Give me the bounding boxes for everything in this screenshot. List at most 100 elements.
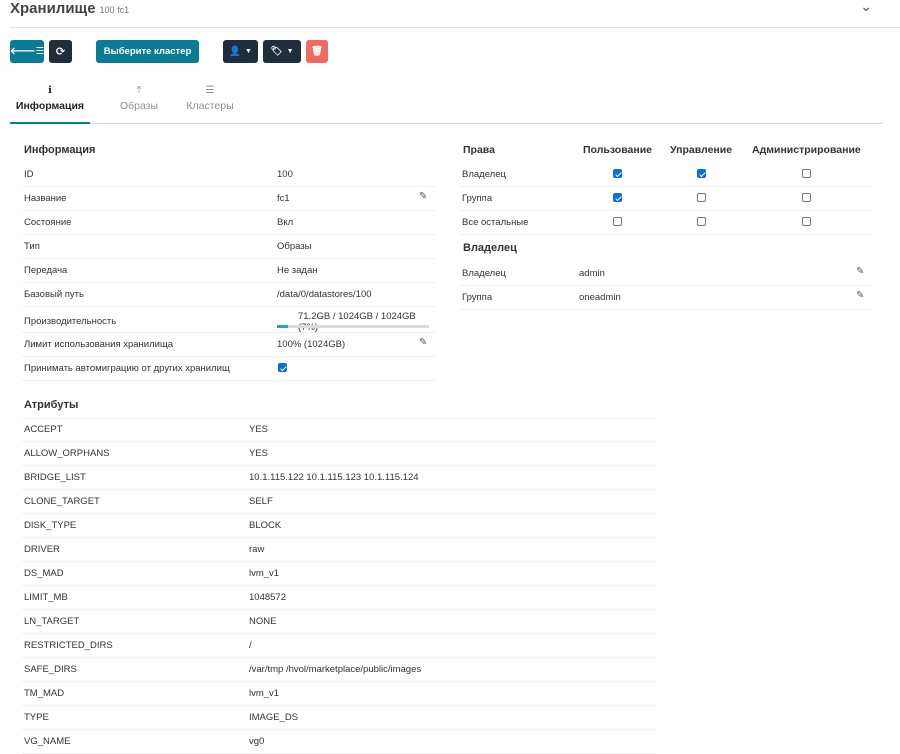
attribute-row: ALLOW_ORPHANS YES bbox=[22, 442, 656, 466]
info-row-base-path: Базовый путь /data/0/datastores/100 bbox=[22, 283, 435, 307]
info-row-name: Название fc1 ✎ bbox=[22, 187, 435, 211]
attribute-row: VG_NAME vg0 bbox=[22, 730, 656, 754]
info-value: Образы bbox=[277, 241, 312, 252]
edit-owner-icon[interactable]: ✎ bbox=[856, 267, 866, 277]
attribute-row: DISK_TYPE BLOCK bbox=[22, 514, 656, 538]
attribute-value: NONE bbox=[249, 616, 277, 627]
permissions-row-owner: Владелец bbox=[460, 163, 872, 187]
info-icon: ℹ bbox=[48, 85, 52, 96]
delete-button[interactable]: 🗑 bbox=[306, 40, 328, 63]
attribute-row: DRIVER raw bbox=[22, 538, 656, 562]
ownership-row-owner: Владелец admin ✎ bbox=[460, 262, 872, 286]
capacity-progress-fill bbox=[277, 325, 288, 328]
attribute-value: YES bbox=[249, 424, 269, 435]
back-list-icon: 🡐☰ bbox=[10, 46, 44, 57]
capacity-text: 71.2GB / 1024GB / 1024GB (7%) bbox=[298, 311, 416, 333]
others-admin-checkbox[interactable] bbox=[802, 217, 811, 226]
permissions-col-use: Пользование bbox=[583, 144, 652, 156]
tab-images-label: Образы bbox=[119, 100, 159, 112]
capacity-progress-bar bbox=[277, 325, 429, 328]
ownership-dropdown-button[interactable]: 👤 ▼ bbox=[223, 40, 258, 63]
labels-dropdown-button[interactable]: 🏷 ▼ bbox=[263, 40, 301, 63]
info-value: Вкл bbox=[277, 217, 294, 228]
tab-clusters[interactable]: ☰ Кластеры bbox=[182, 84, 238, 124]
attribute-value: lvm_v1 bbox=[249, 568, 280, 579]
permissions-row-group: Группа bbox=[460, 187, 872, 211]
permissions-row-label: Владелец bbox=[462, 169, 506, 180]
attribute-value: lvm_v1 bbox=[249, 688, 280, 699]
attribute-key: ALLOW_ORPHANS bbox=[24, 448, 110, 459]
permissions-row-label: Все остальные bbox=[462, 217, 529, 228]
tag-icon: 🏷 bbox=[270, 46, 283, 57]
ownership-key: Группа bbox=[462, 292, 493, 303]
ownership-section-title: Владелец bbox=[463, 242, 517, 254]
group-manage-checkbox[interactable] bbox=[697, 193, 706, 202]
select-cluster-button[interactable]: Выберите кластер bbox=[96, 40, 199, 63]
others-use-checkbox[interactable] bbox=[613, 217, 622, 226]
ownership-value: oneadmin bbox=[579, 292, 621, 303]
edit-name-icon[interactable]: ✎ bbox=[419, 192, 429, 202]
attribute-key: DRIVER bbox=[24, 544, 60, 555]
info-row-transfer: Передача Не задан bbox=[22, 259, 435, 283]
refresh-button[interactable]: ⟳ bbox=[49, 40, 72, 63]
ownership-key: Владелец bbox=[462, 268, 506, 279]
ownership-value: admin bbox=[579, 268, 605, 279]
info-key: Базовый путь bbox=[24, 289, 84, 300]
attribute-row: LIMIT_MB 1048572 bbox=[22, 586, 656, 610]
attribute-key: VG_NAME bbox=[24, 736, 71, 747]
tab-images[interactable]: ⤒ Образы bbox=[106, 84, 172, 124]
attribute-value: 1048572 bbox=[249, 592, 286, 603]
attribute-key: LIMIT_MB bbox=[24, 592, 68, 603]
attribute-key: CLONE_TARGET bbox=[24, 496, 100, 507]
attribute-row: SAFE_DIRS/var/tmp /hvol/marketplace/publ… bbox=[22, 658, 656, 682]
user-icon: 👤 bbox=[229, 46, 241, 57]
attribute-row: CLONE_TARGET SELF bbox=[22, 490, 656, 514]
more-icon[interactable]: ⌄ bbox=[860, 0, 872, 15]
group-admin-checkbox[interactable] bbox=[802, 193, 811, 202]
attribute-key: TYPE bbox=[24, 712, 49, 723]
attribute-value: BLOCK bbox=[249, 520, 282, 531]
owner-use-checkbox[interactable] bbox=[613, 169, 622, 178]
attribute-value: vg0 bbox=[249, 736, 265, 747]
permissions-col-admin: Администрирование bbox=[752, 144, 861, 156]
info-value: /data/0/datastores/100 bbox=[277, 289, 372, 300]
attribute-row: TYPE IMAGE_DS bbox=[22, 706, 656, 730]
tab-info[interactable]: ℹ Информация bbox=[10, 84, 90, 124]
info-key: Производительность bbox=[24, 316, 117, 327]
permissions-title: Права bbox=[463, 144, 495, 156]
info-row-state: Состояние Вкл bbox=[22, 211, 435, 235]
attribute-value: raw bbox=[249, 544, 265, 555]
info-value: 100 bbox=[277, 169, 293, 180]
info-key: Название bbox=[24, 193, 67, 204]
attribute-row: BRIDGE_LIST 10.1.115.122 10.1.115.123 10.… bbox=[22, 466, 656, 490]
ownership-row-group: Группа oneadmin ✎ bbox=[460, 286, 872, 310]
info-key: Состояние bbox=[24, 217, 72, 228]
attribute-key: DS_MAD bbox=[24, 568, 64, 579]
back-to-list-button[interactable]: 🡐☰ bbox=[10, 40, 44, 63]
attribute-value: IMAGE_DS bbox=[249, 712, 299, 723]
info-row-automigration: Принимать автомиграцию от других хранили… bbox=[22, 357, 435, 381]
edit-group-icon[interactable]: ✎ bbox=[856, 291, 866, 301]
caret-down-icon: ▼ bbox=[244, 48, 252, 55]
edit-limit-icon[interactable]: ✎ bbox=[419, 338, 429, 348]
attribute-value: 10.1.115.122 10.1.115.123 10.1.115.124 bbox=[249, 472, 419, 483]
tab-clusters-label: Кластеры bbox=[186, 100, 234, 112]
attribute-key: SAFE_DIRS bbox=[24, 664, 77, 675]
attribute-row: RESTRICTED_DIRS / bbox=[22, 634, 656, 658]
permissions-col-manage: Управление bbox=[670, 144, 733, 156]
refresh-icon: ⟳ bbox=[55, 46, 66, 58]
caret-down-icon: ▼ bbox=[286, 48, 294, 55]
attributes-section-title: Атрибуты bbox=[24, 399, 79, 411]
group-use-checkbox[interactable] bbox=[613, 193, 622, 202]
info-value: Не задан bbox=[277, 265, 318, 276]
page-title: Хранилище bbox=[10, 0, 96, 17]
info-section-title: Информация bbox=[24, 144, 96, 156]
owner-manage-checkbox[interactable] bbox=[697, 169, 706, 178]
upload-icon: ⤒ bbox=[136, 85, 142, 96]
others-manage-checkbox[interactable] bbox=[697, 217, 706, 226]
attribute-value: YES bbox=[249, 448, 269, 459]
select-cluster-label: Выберите кластер bbox=[103, 46, 192, 57]
automigration-checkbox[interactable] bbox=[278, 363, 287, 372]
info-key: Лимит использования хранилища bbox=[24, 339, 174, 350]
owner-admin-checkbox[interactable] bbox=[802, 169, 811, 178]
